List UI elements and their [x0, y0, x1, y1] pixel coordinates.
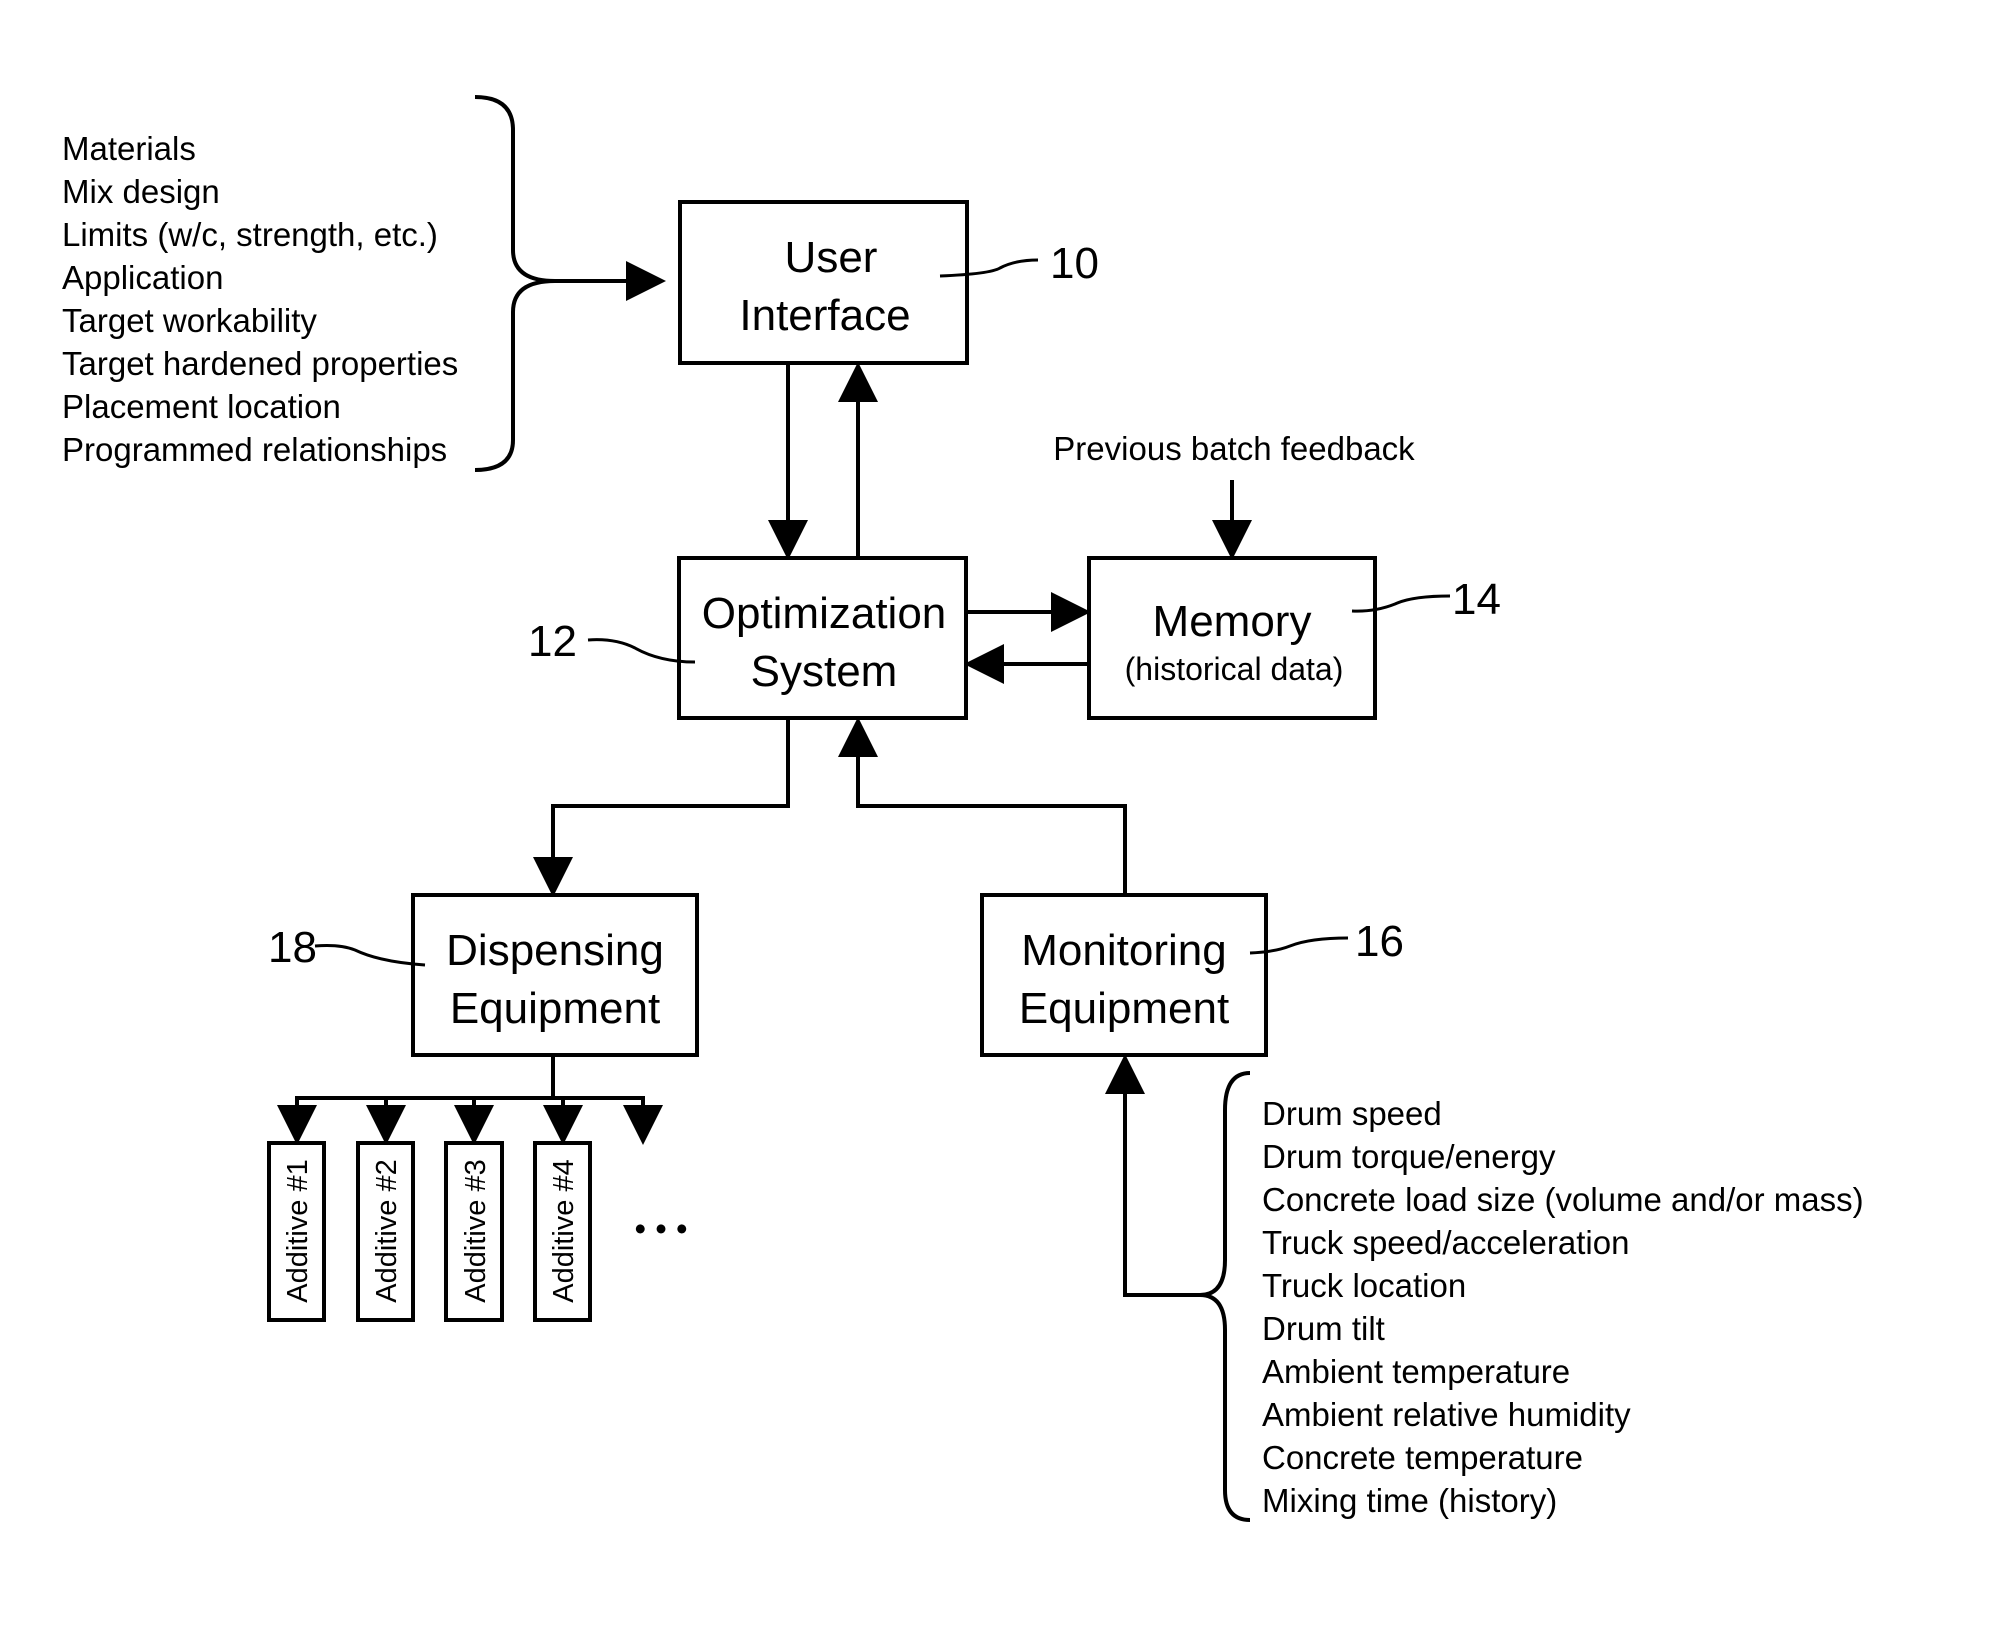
optimization-to-dispensing-arrow: [533, 718, 790, 897]
additive-box-1[interactable]: Additive #1: [267, 1141, 326, 1322]
monitoring-line1: Monitoring: [1021, 926, 1226, 975]
optimization-line2: System: [751, 647, 898, 696]
memory-box[interactable]: Memory (historical data): [1087, 556, 1377, 720]
input-item: Materials: [62, 130, 196, 167]
sensor-to-monitoring-arrow: [1105, 1054, 1200, 1297]
memory-line2: (historical data): [1125, 651, 1344, 687]
additive-label: Additive #4: [548, 1159, 580, 1303]
ref-label-16: 16: [1355, 917, 1404, 966]
ref-label-18: 18: [268, 923, 317, 972]
input-item: Limits (w/c, strength, etc.): [62, 216, 438, 253]
sensor-item: Drum tilt: [1262, 1310, 1385, 1347]
sensor-item: Mixing time (history): [1262, 1482, 1557, 1519]
user-interface-line1: User: [785, 233, 878, 282]
additives-ellipsis: • • •: [635, 1210, 688, 1247]
additive-box-4[interactable]: Additive #4: [533, 1141, 592, 1322]
additive-label: Additive #1: [282, 1159, 314, 1303]
additive-box-2[interactable]: Additive #2: [356, 1141, 415, 1322]
ref-label-10: 10: [1050, 239, 1099, 288]
monitoring-list: Drum speed Drum torque/energy Concrete l…: [1262, 1095, 1864, 1519]
optimization-system-box[interactable]: Optimization System: [677, 556, 968, 720]
block-diagram: Materials Mix design Limits (w/c, streng…: [62, 95, 1864, 1522]
ref-leader-18: [314, 944, 426, 967]
sensor-item: Truck speed/acceleration: [1262, 1224, 1629, 1261]
sensor-item: Drum speed: [1262, 1095, 1442, 1132]
memory-line1: Memory: [1153, 597, 1312, 646]
additive-box-3[interactable]: Additive #3: [444, 1141, 504, 1322]
feedback-label: Previous batch feedback: [1053, 430, 1415, 467]
sensor-brace: [1199, 1071, 1251, 1522]
dispensing-line1: Dispensing: [446, 926, 664, 975]
sensor-item: Ambient relative humidity: [1262, 1396, 1631, 1433]
sensor-item: Truck location: [1262, 1267, 1466, 1304]
input-item: Mix design: [62, 173, 220, 210]
sensor-item: Concrete temperature: [1262, 1439, 1583, 1476]
dispensing-equipment-box[interactable]: Dispensing Equipment: [411, 893, 699, 1057]
input-item: Target workability: [62, 302, 317, 339]
additive-label: Additive #3: [460, 1159, 492, 1303]
sensor-item: Ambient temperature: [1262, 1353, 1570, 1390]
user-interface-line2: Interface: [739, 291, 910, 340]
ref-label-14: 14: [1452, 575, 1501, 624]
monitoring-equipment-box[interactable]: Monitoring Equipment: [980, 893, 1268, 1057]
ref-label-12: 12: [528, 617, 577, 666]
input-list: Materials Mix design Limits (w/c, streng…: [62, 130, 458, 468]
sensor-item: Drum torque/energy: [1262, 1138, 1556, 1175]
input-item: Programmed relationships: [62, 431, 447, 468]
monitoring-line2: Equipment: [1019, 984, 1229, 1033]
dispensing-line2: Equipment: [450, 984, 660, 1033]
user-interface-box[interactable]: User Interface: [678, 200, 969, 365]
input-item: Target hardened properties: [62, 345, 458, 382]
input-item: Placement location: [62, 388, 341, 425]
optimization-line1: Optimization: [702, 589, 947, 638]
monitoring-to-optimization-arrow: [838, 717, 1127, 895]
input-item: Application: [62, 259, 223, 296]
sensor-item: Concrete load size (volume and/or mass): [1262, 1181, 1864, 1218]
input-brace: [474, 95, 556, 472]
additive-label: Additive #2: [371, 1159, 403, 1303]
